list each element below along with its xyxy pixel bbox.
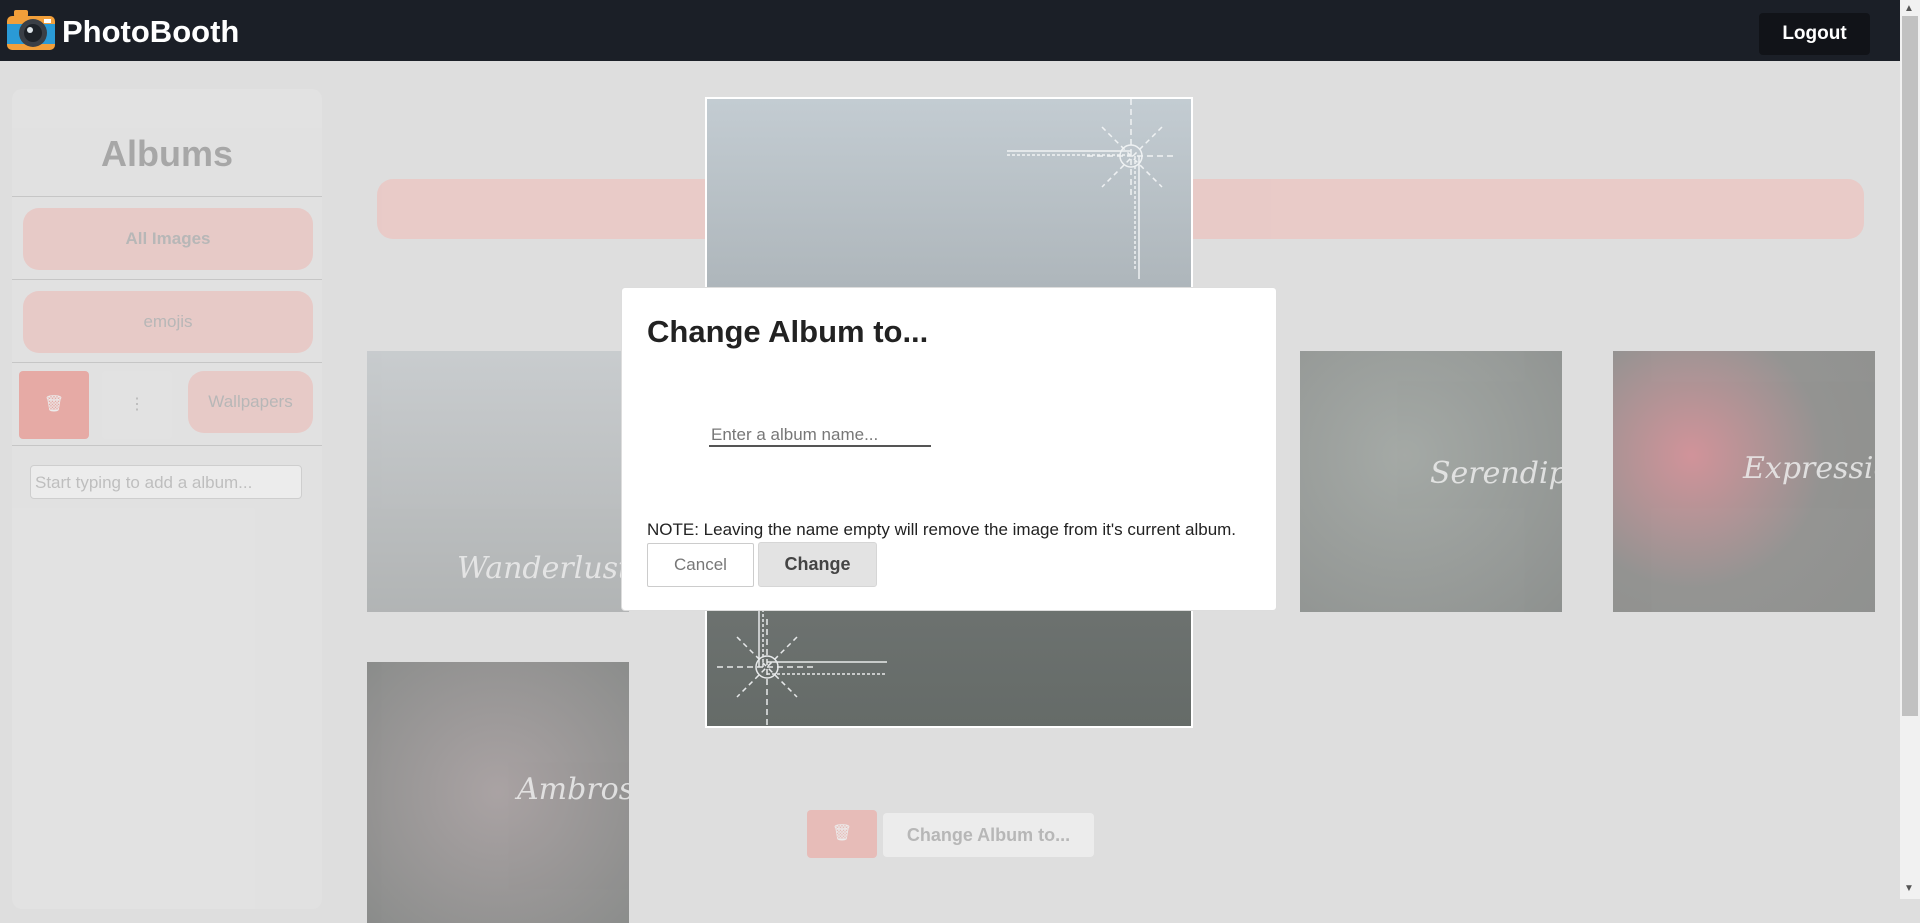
trash-icon: 🗑 bbox=[43, 396, 65, 413]
dots-vertical-icon: ⋮ bbox=[129, 396, 145, 413]
sidebar-item-all-images[interactable]: All Images bbox=[23, 208, 313, 270]
dialog-title: Change Album to... bbox=[647, 314, 929, 349]
image-caption: Ambrosia bbox=[517, 772, 629, 807]
divider bbox=[12, 362, 322, 363]
divider bbox=[12, 196, 322, 197]
scrollbar-thumb[interactable] bbox=[1902, 16, 1918, 716]
divider bbox=[12, 445, 322, 446]
change-button[interactable]: Change bbox=[758, 542, 877, 587]
image-caption: Wanderlust bbox=[457, 551, 629, 586]
album-name-input[interactable] bbox=[709, 425, 931, 447]
image-thumbnail[interactable]: Wanderlust bbox=[367, 351, 629, 612]
change-album-button[interactable]: Change Album to... bbox=[883, 813, 1094, 857]
top-navbar: PhotoBooth Logout bbox=[0, 0, 1900, 61]
scroll-down-arrow-icon[interactable]: ▼ bbox=[1904, 883, 1914, 894]
image-thumbnail[interactable]: Serendipity bbox=[1300, 351, 1562, 612]
scroll-up-arrow-icon[interactable]: ▲ bbox=[1904, 3, 1914, 14]
image-caption: Expression bbox=[1743, 451, 1875, 486]
camera-logo-icon bbox=[7, 10, 55, 50]
sidebar-item-emojis[interactable]: emojis bbox=[23, 291, 313, 353]
image-caption: Serendipity bbox=[1430, 456, 1562, 491]
logout-button[interactable]: Logout bbox=[1759, 13, 1870, 55]
album-menu-button[interactable]: ⋮ bbox=[102, 371, 172, 439]
image-thumbnail[interactable]: Expression bbox=[1613, 351, 1875, 612]
cancel-button[interactable]: Cancel bbox=[647, 543, 754, 587]
delete-image-button[interactable]: 🗑 bbox=[807, 810, 877, 858]
brand-title[interactable]: PhotoBooth bbox=[62, 14, 239, 50]
trash-icon: 🗑 bbox=[831, 825, 853, 842]
albums-sidebar: Albums All Images emojis 🗑 ⋮ Wallpapers … bbox=[12, 89, 322, 909]
image-thumbnail[interactable]: Ambrosia bbox=[367, 662, 629, 923]
dialog-note: NOTE: Leaving the name empty will remove… bbox=[647, 520, 1237, 539]
divider bbox=[12, 279, 322, 280]
sidebar-item-wallpapers[interactable]: Wallpapers bbox=[188, 371, 313, 433]
add-album-input[interactable]: Start typing to add a album... bbox=[30, 465, 302, 499]
delete-album-button[interactable]: 🗑 bbox=[19, 371, 89, 439]
sidebar-title: Albums bbox=[100, 133, 233, 174]
change-album-dialog: Change Album to... NOTE: Leaving the nam… bbox=[621, 287, 1277, 611]
